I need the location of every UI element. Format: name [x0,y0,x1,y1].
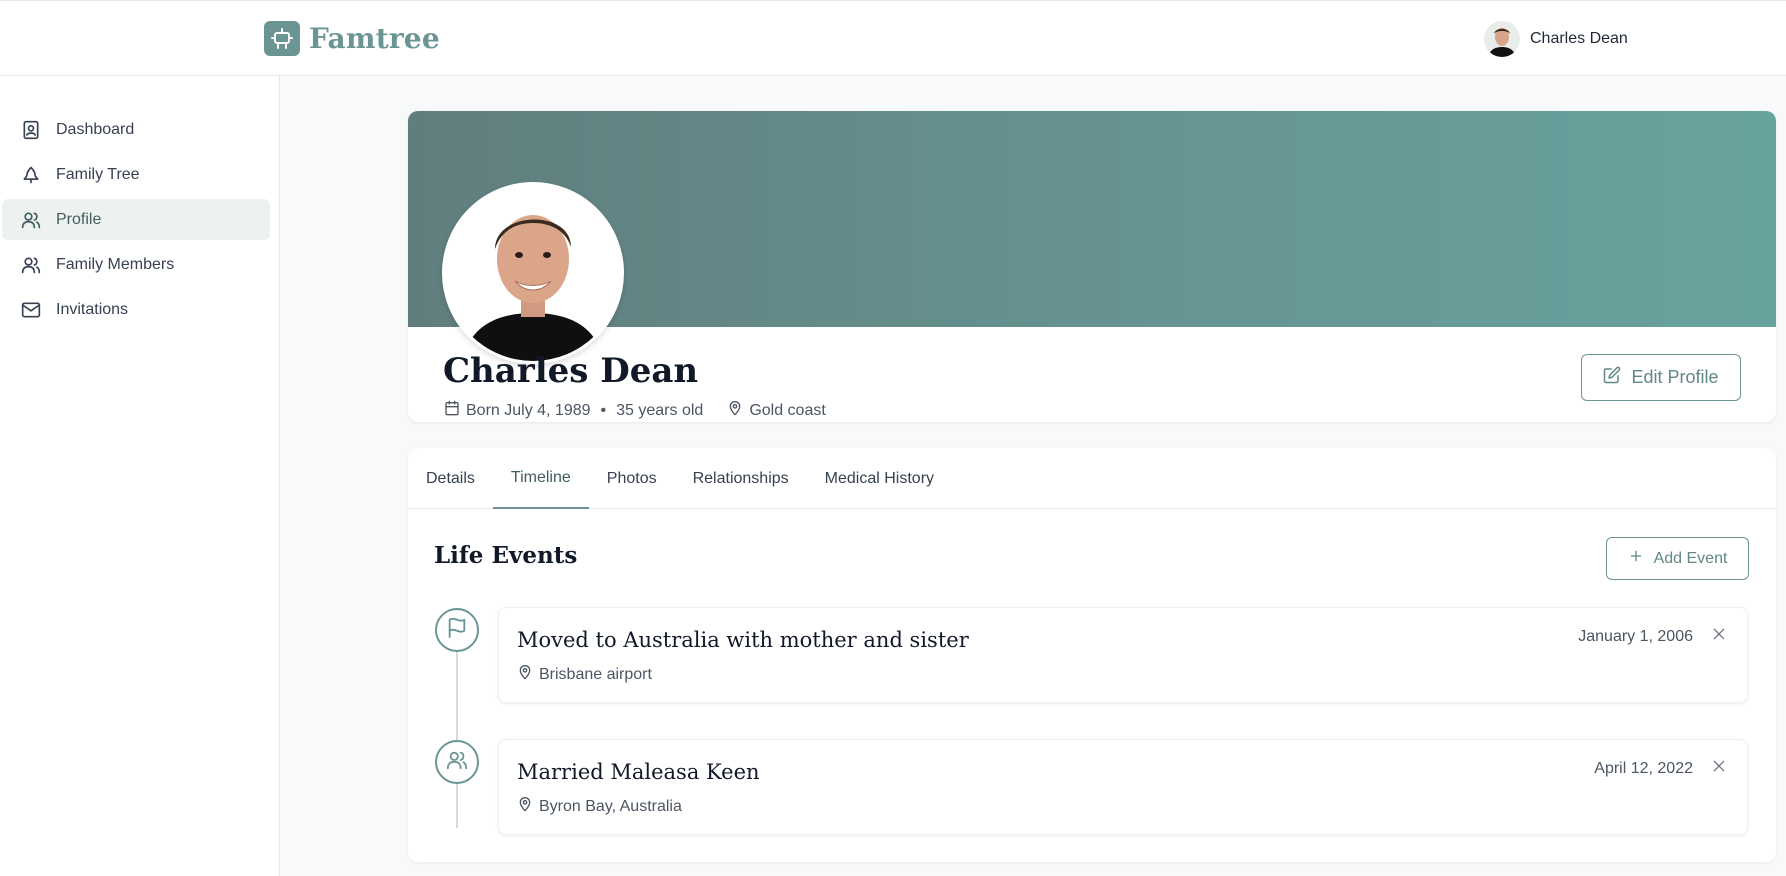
edit-icon [1603,366,1621,389]
edit-profile-label: Edit Profile [1631,367,1719,387]
users-icon [446,749,468,776]
profile-tabs: Details Timeline Photos Relationships Me… [408,448,1776,509]
sidebar-item-label: Profile [56,210,102,228]
location-pin-icon [727,400,743,421]
flag-icon [446,617,468,644]
sidebar-item-label: Dashboard [56,120,135,138]
delete-event-button[interactable] [1709,758,1729,778]
sidebar-item-family-members[interactable]: Family Members [2,244,270,285]
user-menu[interactable]: Charles Dean [1484,21,1628,57]
mail-icon [20,299,42,321]
tab-timeline[interactable]: Timeline [492,448,589,509]
event-title: Married Maleasa Keen [517,760,760,784]
birth-date: Born July 4, 1989 [466,401,591,419]
event-title: Moved to Australia with mother and siste… [517,628,969,652]
users-icon [20,209,42,231]
list-item: Moved to Australia with mother and siste… [498,607,1748,703]
app-name: Famtree [309,22,440,55]
tab-details[interactable]: Details [408,448,493,509]
sidebar-item-profile[interactable]: Profile [2,199,270,240]
event-location-label: Byron Bay, Australia [539,797,682,815]
meta-separator: • [600,401,607,419]
calendar-icon [444,400,460,421]
avatar[interactable] [1484,21,1520,57]
profile-name: Charles Dean [443,351,699,391]
top-bar: Famtree Charles Dean [0,0,1786,76]
location-pin-icon [517,664,533,685]
timeline-line [456,638,458,828]
profile-content-card: Details Timeline Photos Relationships Me… [408,448,1776,862]
event-date: April 12, 2022 [1594,760,1693,777]
event-marker [435,608,479,652]
contact-book-icon [20,119,42,141]
close-icon [1712,759,1726,778]
tab-relationships[interactable]: Relationships [675,448,807,509]
sidebar-item-invitations[interactable]: Invitations [2,289,270,330]
add-event-label: Add Event [1653,549,1728,567]
app-logo[interactable]: Famtree [264,21,440,56]
event-location: Brisbane airport [517,664,652,685]
edit-profile-button[interactable]: Edit Profile [1581,354,1741,401]
sidebar: Dashboard Family Tree Profile Family Mem… [0,76,280,876]
user-name: Charles Dean [1530,30,1628,47]
tab-medical-history[interactable]: Medical History [807,448,952,509]
users-icon [20,254,42,276]
section-title: Life Events [434,542,578,569]
sidebar-nav: Dashboard Family Tree Profile Family Mem… [2,109,270,334]
tree-icon [20,164,42,186]
event-date: January 1, 2006 [1578,628,1693,645]
plus-icon [1628,548,1644,569]
delete-event-button[interactable] [1709,626,1729,646]
event-location-label: Brisbane airport [539,665,652,683]
location-pin-icon [517,796,533,817]
profile-header-card: Charles Dean Born July 4, 1989 • 35 year… [408,111,1776,422]
sidebar-item-label: Family Tree [56,165,140,183]
event-marker [435,740,479,784]
profile-photo [442,182,624,364]
add-event-button[interactable]: Add Event [1606,537,1749,580]
profile-location: Gold coast [749,401,826,419]
sidebar-item-family-tree[interactable]: Family Tree [2,154,270,195]
age: 35 years old [616,401,704,419]
sidebar-item-label: Invitations [56,300,129,318]
profile-meta: Born July 4, 1989 • 35 years old Gold co… [444,400,826,421]
list-item: Married Maleasa Keen Byron Bay, Australi… [498,739,1748,835]
sidebar-item-dashboard[interactable]: Dashboard [2,109,270,150]
close-icon [1712,627,1726,646]
tab-photos[interactable]: Photos [589,448,675,509]
sidebar-item-label: Family Members [56,255,175,273]
event-location: Byron Bay, Australia [517,796,682,817]
tree-logo-icon [264,21,300,56]
